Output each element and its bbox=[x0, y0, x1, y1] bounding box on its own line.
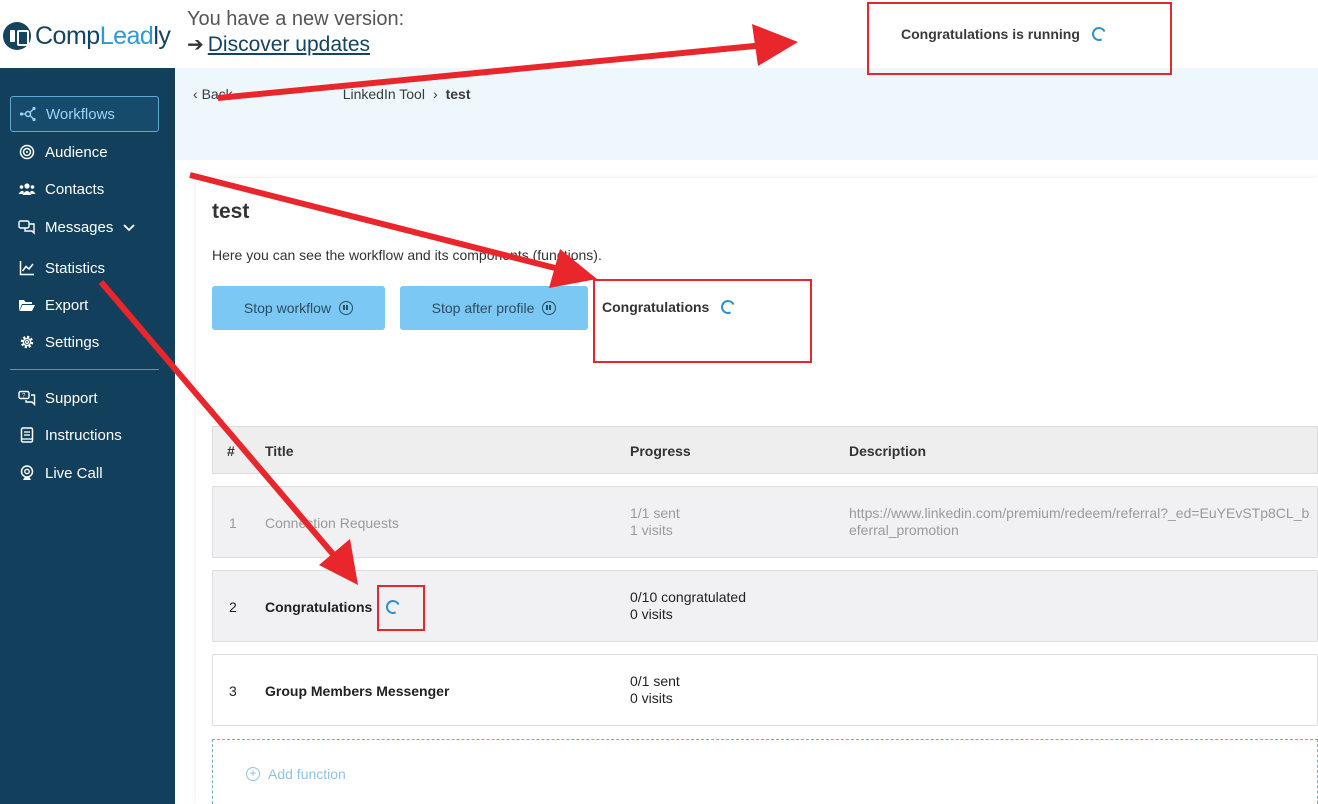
annotation-box-workflow-status bbox=[593, 279, 812, 363]
plus-circle-icon: + bbox=[246, 767, 260, 781]
chart-icon bbox=[18, 259, 36, 277]
sidebar-item-contacts[interactable]: Contacts bbox=[10, 171, 159, 207]
column-header-description: Description bbox=[849, 443, 927, 459]
breadcrumb-parent[interactable]: LinkedIn Tool bbox=[343, 86, 425, 102]
logo[interactable]: CompLeadly bbox=[0, 18, 171, 54]
update-notice-text: You have a new version: bbox=[187, 8, 405, 30]
row-description: https://www.linkedin.com/premium/redeem/… bbox=[849, 505, 1310, 538]
workflow-description: Here you can see the workflow and its co… bbox=[212, 247, 602, 263]
folder-icon bbox=[18, 296, 36, 314]
sidebar-item-messages[interactable]: Messages bbox=[10, 209, 159, 245]
breadcrumb-separator: › bbox=[432, 86, 438, 102]
page-title: test bbox=[212, 200, 250, 223]
column-header-num: # bbox=[227, 443, 235, 459]
logo-text: CompLeadly bbox=[35, 21, 171, 50]
table-header: # Title Progress Description bbox=[212, 426, 1318, 474]
discover-updates-link[interactable]: Discover updates bbox=[208, 33, 370, 56]
update-notice: You have a new version: ➔ Discover update… bbox=[187, 6, 404, 58]
sidebar-item-export[interactable]: Export bbox=[10, 287, 159, 323]
users-icon bbox=[18, 180, 36, 198]
row-number: 3 bbox=[229, 683, 237, 699]
column-header-title: Title bbox=[265, 443, 294, 459]
table-row[interactable]: 3 Group Members Messenger 0/1 sent 0 vis… bbox=[212, 654, 1318, 726]
sidebar-item-instructions[interactable]: Instructions bbox=[10, 417, 159, 453]
logo-icon bbox=[3, 22, 31, 50]
pause-icon bbox=[542, 301, 557, 315]
row-title: Group Members Messenger bbox=[265, 683, 450, 699]
book-icon bbox=[18, 426, 36, 444]
target-icon bbox=[18, 143, 36, 161]
sidebar-item-workflows[interactable]: Workflows bbox=[10, 96, 159, 132]
row-title: Connection Requests bbox=[265, 515, 399, 531]
gear-icon bbox=[18, 333, 36, 351]
stop-workflow-button[interactable]: Stop workflow bbox=[212, 286, 385, 330]
row-number: 2 bbox=[229, 599, 237, 615]
support-icon: ? bbox=[18, 389, 36, 407]
chevron-down-icon bbox=[123, 220, 136, 235]
add-function-area[interactable] bbox=[212, 739, 1318, 804]
webcam-icon bbox=[18, 464, 36, 482]
sidebar-item-audience[interactable]: Audience bbox=[10, 134, 159, 170]
sidebar-item-live-call[interactable]: Live Call bbox=[10, 455, 159, 491]
pause-icon bbox=[339, 301, 354, 315]
sidebar-divider bbox=[10, 369, 159, 370]
sidebar-item-settings[interactable]: Settings bbox=[10, 324, 159, 360]
row-progress: 1/1 sent 1 visits bbox=[630, 505, 680, 538]
workflow-icon bbox=[19, 105, 37, 123]
sidebar-item-statistics[interactable]: Statistics bbox=[10, 250, 159, 286]
arrow-right-icon: ➔ bbox=[187, 34, 204, 56]
table-row[interactable]: 1 Connection Requests 1/1 sent 1 visits … bbox=[212, 486, 1318, 558]
sidebar-item-support[interactable]: ? Support bbox=[10, 380, 159, 416]
row-number: 1 bbox=[229, 515, 237, 531]
breadcrumb-bar bbox=[175, 68, 1318, 160]
row-progress: 0/10 congratulated 0 visits bbox=[630, 589, 746, 622]
annotation-box-row-spinner bbox=[377, 585, 425, 631]
row-progress: 0/1 sent 0 visits bbox=[630, 673, 680, 706]
chat-icon bbox=[18, 218, 36, 236]
breadcrumb-current: test bbox=[445, 86, 471, 102]
stop-after-profile-button[interactable]: Stop after profile bbox=[400, 286, 588, 330]
annotation-box-header-status bbox=[867, 2, 1172, 75]
back-link[interactable]: ‹ Back bbox=[193, 86, 233, 102]
add-function-button[interactable]: + Add function bbox=[246, 766, 346, 782]
breadcrumb: ‹ Back LinkedIn Tool › test bbox=[193, 86, 471, 102]
chevron-left-icon: ‹ bbox=[193, 86, 202, 102]
column-header-progress: Progress bbox=[630, 443, 691, 459]
